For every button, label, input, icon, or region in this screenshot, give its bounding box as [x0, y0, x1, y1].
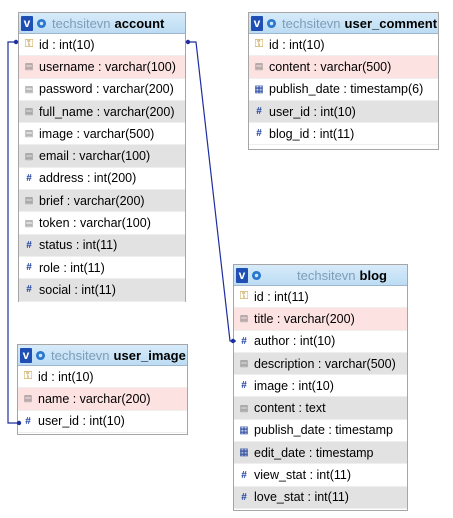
relation-line-account-blog — [186, 41, 236, 342]
relation-lines — [7, 39, 236, 426]
relation-endpoint — [16, 420, 22, 426]
relation-endpoint — [230, 338, 236, 344]
relation-endpoint — [185, 39, 191, 45]
relation-line-account-user-image — [7, 41, 19, 424]
relation-endpoint — [13, 39, 19, 45]
